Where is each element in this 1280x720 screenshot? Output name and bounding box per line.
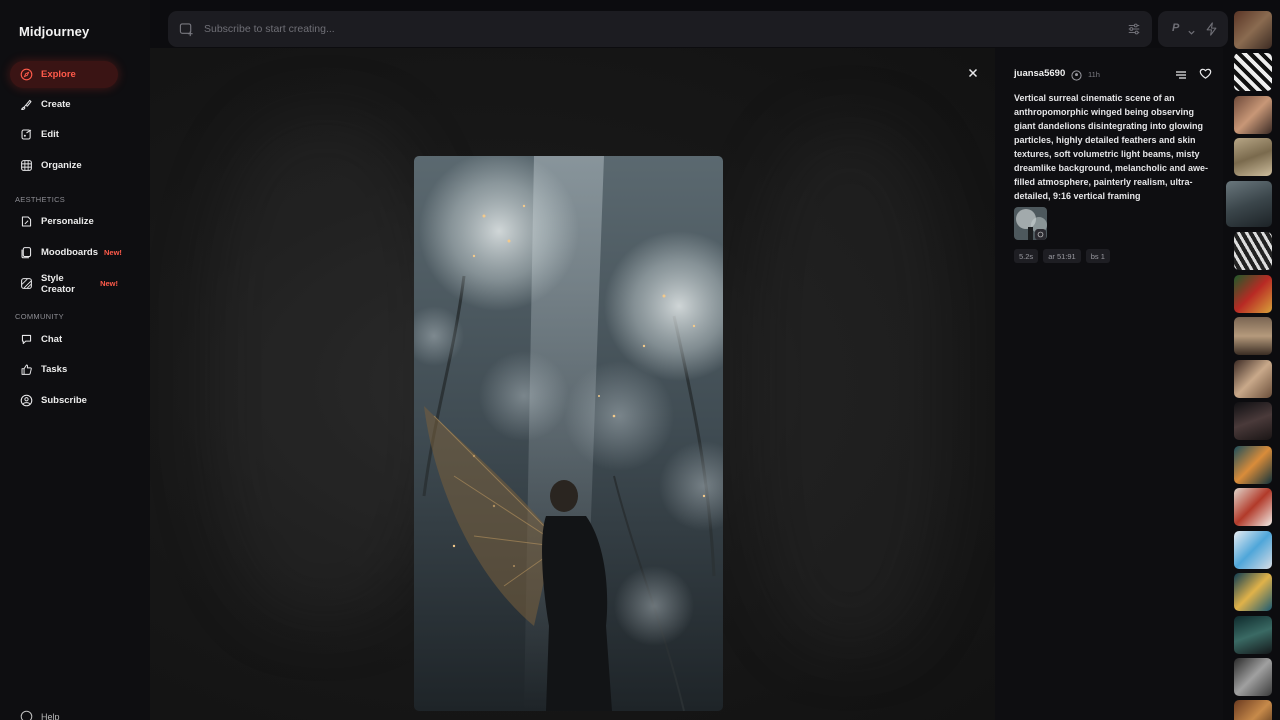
nav-chat-label: Chat bbox=[41, 334, 63, 345]
lightning-icon[interactable] bbox=[1205, 22, 1218, 36]
thumbnail[interactable] bbox=[1234, 232, 1272, 270]
time-ago: 11h bbox=[1088, 70, 1100, 79]
nav-explore[interactable]: Explore bbox=[10, 61, 118, 88]
nav-personalize-label: Personalize bbox=[41, 216, 94, 227]
prompt-bar bbox=[168, 11, 1152, 47]
nav-organize-label: Organize bbox=[41, 160, 82, 171]
nav-subscribe[interactable]: Subscribe bbox=[10, 387, 118, 414]
thumbs-up-icon bbox=[20, 363, 33, 376]
author-name[interactable]: juansa5690 bbox=[1014, 68, 1065, 79]
nav-tasks-label: Tasks bbox=[41, 364, 68, 375]
sidebar: Midjourney Explore Create Edit Organize bbox=[0, 0, 150, 720]
settings-sliders-icon[interactable] bbox=[1127, 22, 1141, 36]
param-chip[interactable]: bs 1 bbox=[1085, 249, 1110, 263]
nav-create-label: Create bbox=[41, 99, 71, 110]
prompt-input[interactable] bbox=[204, 21, 1104, 37]
nav-tasks[interactable]: Tasks bbox=[10, 356, 118, 383]
param-chips: 5.2s ar 51:91 bs 1 bbox=[1014, 249, 1110, 263]
thumbnail[interactable] bbox=[1234, 488, 1272, 526]
new-badge: New! bbox=[100, 279, 118, 288]
thumbnail[interactable] bbox=[1234, 360, 1272, 398]
prompt-text[interactable]: Vertical surreal cinematic scene of an a… bbox=[1014, 91, 1214, 203]
nav-explore-label: Explore bbox=[41, 69, 76, 80]
thumbnail[interactable] bbox=[1234, 275, 1272, 313]
edit-icon bbox=[20, 128, 33, 141]
app-logo[interactable]: Midjourney bbox=[19, 24, 89, 39]
personalize-icon bbox=[20, 215, 33, 228]
thumbnail[interactable] bbox=[1234, 658, 1272, 696]
nav-style-creator[interactable]: Style Creator New! bbox=[10, 270, 118, 297]
close-icon[interactable] bbox=[966, 66, 980, 80]
thumbnail-selected[interactable] bbox=[1226, 181, 1272, 227]
heart-icon[interactable] bbox=[1199, 67, 1212, 80]
nav-edit[interactable]: Edit bbox=[10, 121, 118, 148]
grid-icon bbox=[20, 159, 33, 172]
thumbnail[interactable] bbox=[1234, 700, 1272, 720]
thumbnail[interactable] bbox=[1234, 317, 1272, 355]
thumbnail[interactable] bbox=[1234, 53, 1272, 91]
nav-edit-label: Edit bbox=[41, 129, 59, 140]
thumbnail[interactable] bbox=[1234, 616, 1272, 654]
thumbnail[interactable] bbox=[1234, 138, 1272, 176]
nav-subscribe-label: Subscribe bbox=[41, 395, 87, 406]
nav-organize[interactable]: Organize bbox=[10, 152, 118, 179]
image-add-icon[interactable] bbox=[179, 22, 194, 37]
list-icon[interactable] bbox=[1175, 68, 1187, 80]
param-chip[interactable]: ar 51:91 bbox=[1043, 249, 1081, 263]
thumbnail[interactable] bbox=[1234, 402, 1272, 440]
moodboard-icon bbox=[20, 246, 33, 259]
nav-style-creator-label: Style Creator bbox=[41, 272, 75, 295]
help-icon bbox=[20, 710, 33, 720]
thumbnail[interactable] bbox=[1234, 446, 1272, 484]
new-badge: New! bbox=[104, 248, 122, 257]
help-link[interactable]: Help bbox=[20, 710, 60, 720]
brush-icon bbox=[20, 98, 33, 111]
image-prompt-icon bbox=[1035, 229, 1046, 240]
chat-icon bbox=[20, 333, 33, 346]
nav-create[interactable]: Create bbox=[10, 91, 118, 118]
nav-chat[interactable]: Chat bbox=[10, 326, 118, 353]
thumbnail[interactable] bbox=[1234, 96, 1272, 134]
nav-moodboards[interactable]: Moodboards New! bbox=[10, 239, 122, 266]
section-community: COMMUNITY bbox=[15, 312, 64, 321]
generated-image[interactable] bbox=[414, 156, 723, 711]
param-chip[interactable]: 5.2s bbox=[1014, 249, 1039, 263]
thumbnail[interactable] bbox=[1234, 11, 1272, 49]
style-creator-icon bbox=[20, 277, 33, 290]
nav-personalize[interactable]: Personalize bbox=[10, 208, 118, 235]
section-aesthetics: AESTHETICS bbox=[15, 195, 66, 204]
thumbnail[interactable] bbox=[1234, 531, 1272, 569]
mode-selector[interactable]: P bbox=[1172, 22, 1179, 34]
mode-bar: P bbox=[1158, 11, 1228, 47]
nav-moodboards-label: Moodboards bbox=[41, 247, 98, 258]
help-label: Help bbox=[41, 711, 60, 720]
profile-icon[interactable] bbox=[1071, 68, 1082, 81]
chevron-down-icon[interactable] bbox=[1187, 24, 1196, 35]
user-circle-icon bbox=[20, 394, 33, 407]
compass-icon bbox=[20, 68, 33, 81]
app-root: Midjourney Explore Create Edit Organize bbox=[0, 0, 1280, 720]
thumbnail[interactable] bbox=[1234, 573, 1272, 611]
